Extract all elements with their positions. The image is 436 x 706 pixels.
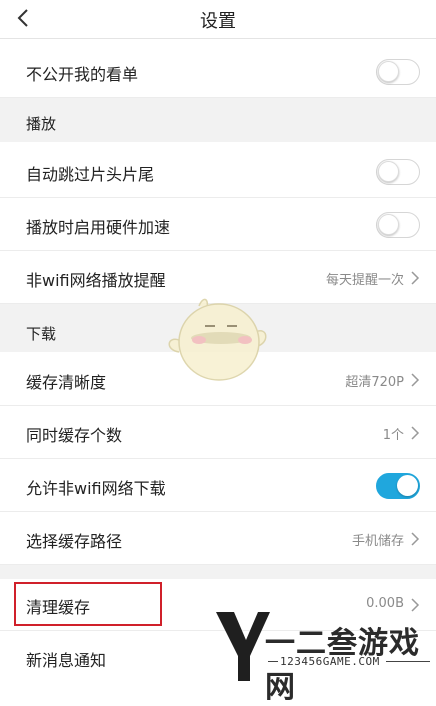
setting-row-skip-intro[interactable]: 自动跳过片头片尾 [0, 146, 436, 198]
setting-row-cache-count[interactable]: 同时缓存个数 1个 [0, 407, 436, 459]
setting-label: 不公开我的看单 [26, 65, 139, 84]
chevron-right-icon [411, 373, 420, 387]
nonwifi-download-toggle[interactable] [376, 473, 420, 499]
watermark-rule-left [268, 661, 278, 662]
toggle-knob [378, 214, 399, 235]
watermark-rule-right [386, 661, 430, 662]
section-title: 下载 [26, 325, 57, 343]
setting-label: 缓存清晰度 [26, 373, 107, 392]
setting-label: 非wifi网络播放提醒 [26, 271, 166, 290]
section-title: 播放 [26, 115, 57, 133]
toggle-knob [397, 475, 418, 496]
setting-label: 同时缓存个数 [26, 426, 123, 445]
setting-label: 允许非wifi网络下载 [26, 479, 166, 498]
toggle-knob [378, 161, 399, 182]
chevron-right-icon [411, 271, 420, 285]
setting-value: 每天提醒一次 [325, 273, 404, 288]
mascot-watermark-icon [168, 298, 267, 381]
hw-accel-toggle[interactable] [376, 212, 420, 238]
page-title: 设置 [200, 11, 236, 32]
setting-label: 清理缓存 [26, 598, 91, 617]
private-list-toggle[interactable] [376, 59, 420, 85]
toggle-knob [378, 61, 399, 82]
section-header-playback: 播放 [0, 98, 436, 142]
setting-value: 1个 [382, 428, 404, 443]
setting-row-hw-accel[interactable]: 播放时启用硬件加速 [0, 199, 436, 251]
skip-intro-toggle[interactable] [376, 159, 420, 185]
chevron-right-icon [411, 426, 420, 440]
section-spacer [0, 565, 436, 579]
setting-value: 超清720P [345, 375, 404, 390]
setting-value: 手机储存 [351, 534, 404, 549]
setting-label: 自动跳过片头片尾 [26, 165, 155, 184]
top-bar: 设置 [0, 0, 436, 39]
setting-label: 新消息通知 [26, 651, 107, 670]
logo-y-icon [216, 612, 270, 681]
chevron-right-icon [411, 598, 420, 612]
setting-row-private-list[interactable]: 不公开我的看单 [0, 46, 436, 98]
setting-label: 选择缓存路径 [26, 532, 123, 551]
chevron-right-icon [411, 532, 420, 546]
watermark-url: 123456GAME.COM [280, 655, 380, 668]
setting-label: 播放时启用硬件加速 [26, 218, 171, 237]
setting-row-cache-path[interactable]: 选择缓存路径 手机储存 [0, 513, 436, 565]
setting-value: 0.00B [366, 596, 404, 611]
setting-row-nonwifi-download[interactable]: 允许非wifi网络下载 [0, 460, 436, 512]
